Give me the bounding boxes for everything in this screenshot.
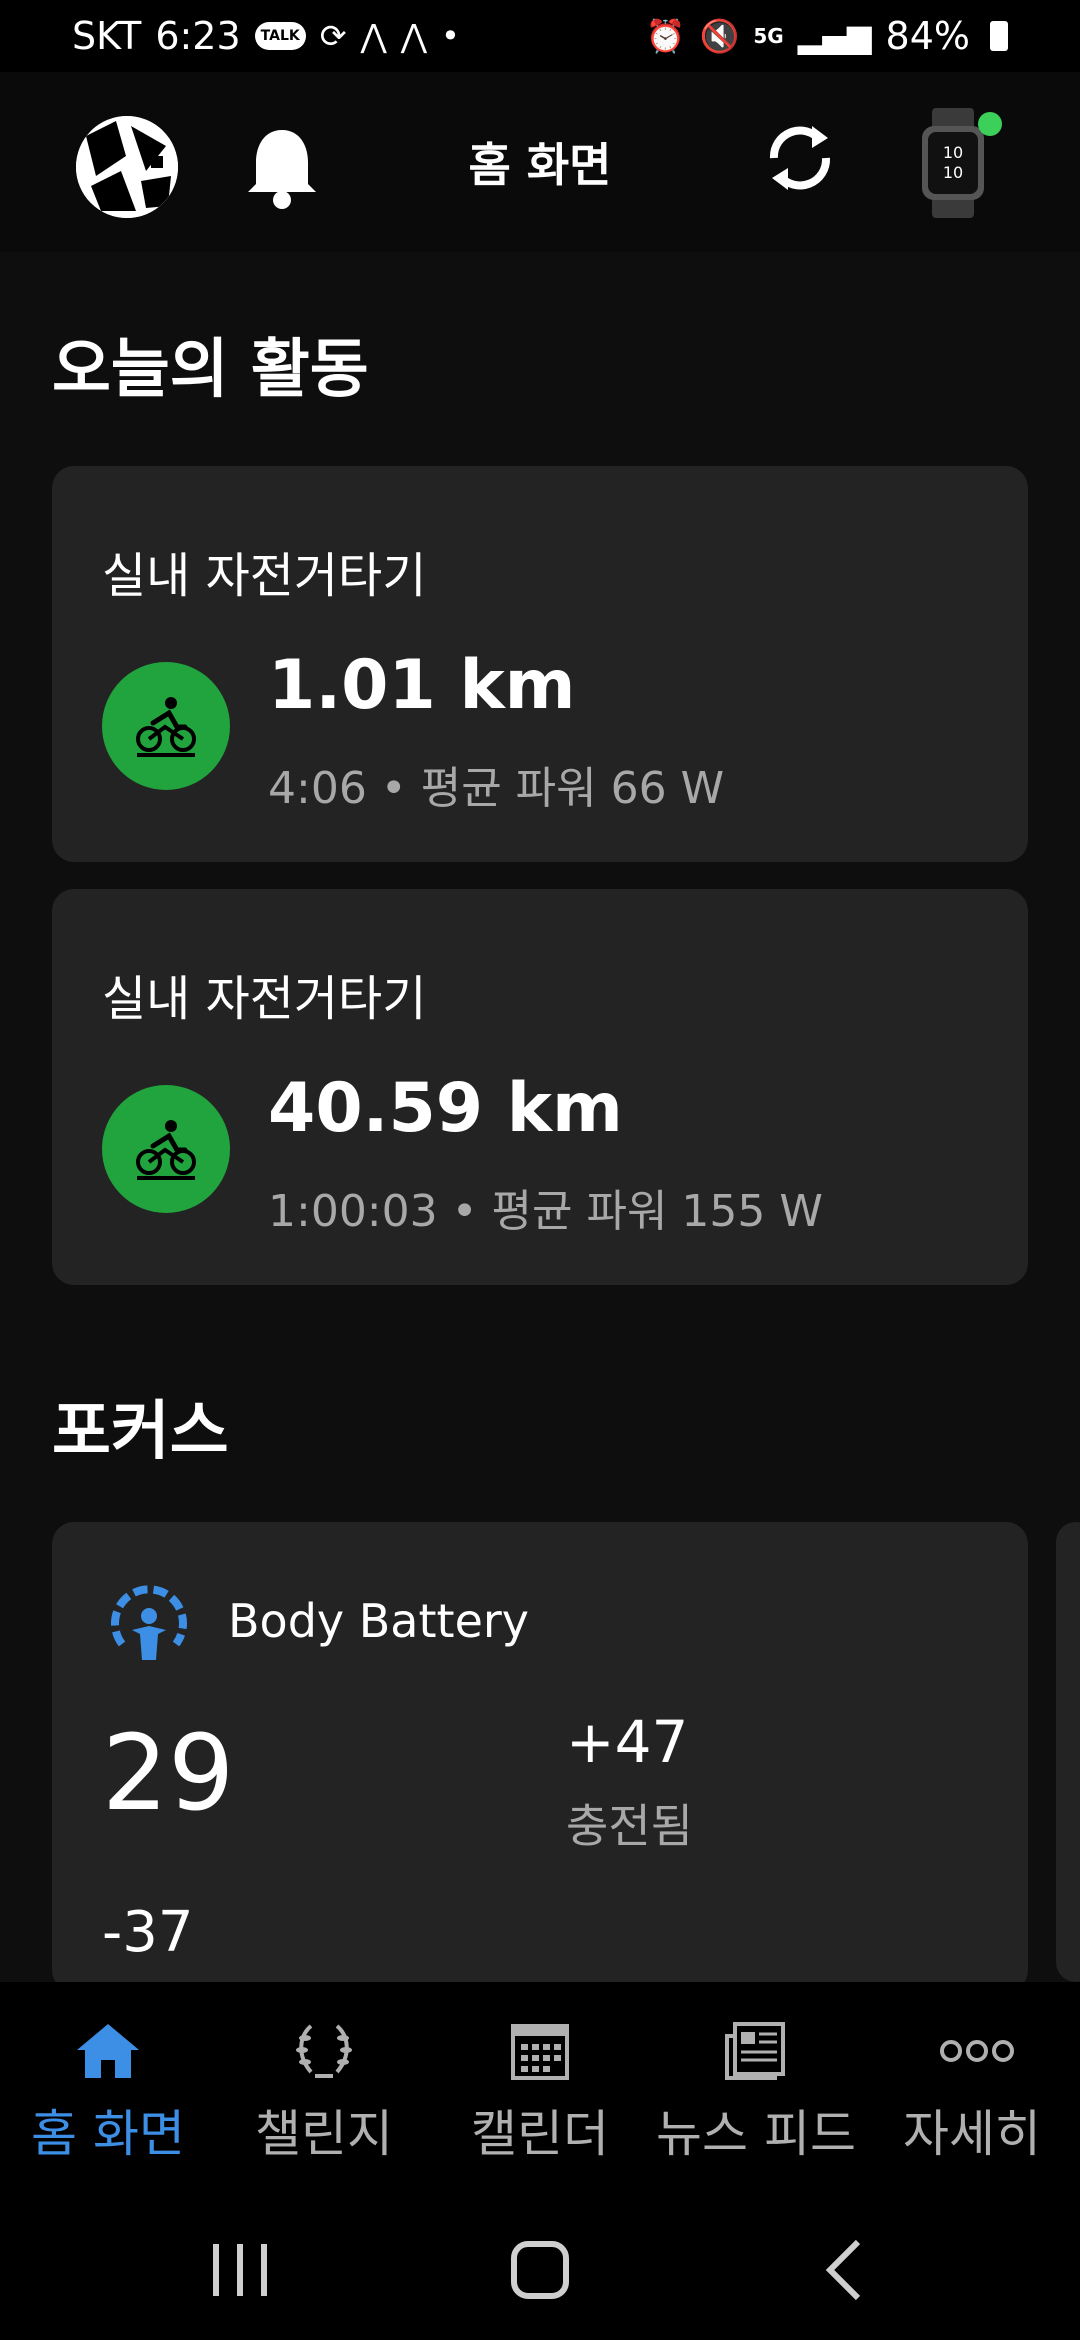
avatar[interactable] — [76, 116, 178, 218]
activity-type: 실내 자전거타기 — [102, 971, 427, 1027]
activity-card[interactable]: 실내 자전거타기 40.59 km 1:00:03 • 평균 파워 155 W — [52, 889, 1028, 1285]
signal-icon: ▂▄▆ — [797, 17, 872, 55]
watch-connected-indicator — [978, 112, 1002, 136]
activity-distance: 1.01 km — [268, 646, 576, 725]
activity-details: 4:06 • 평균 파워 66 W — [268, 763, 725, 814]
focus-section-title: 포커스 — [52, 1395, 229, 1469]
next-focus-card[interactable] — [1056, 1522, 1080, 1982]
body-battery-title: Body Battery — [228, 1594, 529, 1648]
body-battery-card[interactable]: Body Battery 29 +47 충전됨 -37 — [52, 1522, 1028, 1992]
status-bar-left: SKT 6:23 TALK ⟳ ⋀ ⋀ • — [72, 14, 460, 58]
body-battery-value: 29 — [102, 1712, 235, 1834]
nav-challenges-label: 챌린지 — [255, 2105, 393, 2163]
alarm-icon: ⏰ — [645, 17, 686, 55]
nav-newsfeed[interactable]: 뉴스 피드 — [648, 1982, 864, 2190]
today-section-title: 오늘의 활동 — [52, 333, 369, 407]
nav-home[interactable]: 홈 화면 — [0, 1982, 216, 2190]
battery-icon — [990, 21, 1008, 51]
newsfeed-icon — [721, 2016, 791, 2086]
status-bar: SKT 6:23 TALK ⟳ ⋀ ⋀ • ⏰ 🔇 5G ▂▄▆ 84% — [0, 0, 1080, 72]
system-nav-bar — [0, 2190, 1080, 2340]
body-battery-charged: +47 — [566, 1708, 689, 1776]
clock: 6:23 — [155, 14, 241, 58]
nav-more[interactable]: 자세히 — [864, 1982, 1080, 2190]
nav-challenges[interactable]: 챌린지 — [216, 1982, 432, 2190]
kakaotalk-icon: TALK — [254, 22, 306, 50]
battery-percent: 84% — [885, 14, 970, 58]
body-battery-icon — [104, 1578, 194, 1668]
activity-distance: 40.59 km — [268, 1069, 623, 1148]
indoor-cycling-icon — [102, 662, 230, 790]
more-icon — [937, 2016, 1014, 2086]
svg-text:10: 10 — [943, 163, 963, 182]
sync-status-icon: ⟳ — [319, 17, 347, 55]
activity-card[interactable]: 실내 자전거타기 1.01 km 4:06 • 평균 파워 66 W — [52, 466, 1028, 862]
nav-calendar[interactable]: 캘린더 — [432, 1982, 648, 2190]
bell-icon[interactable] — [242, 122, 322, 212]
nav-calendar-label: 캘린더 — [471, 2105, 609, 2163]
bottom-nav: 홈 화면 챌린지 캘린더 뉴스 피드 자세히 — [0, 1982, 1080, 2190]
body-battery-drained: -37 — [102, 1900, 194, 1965]
nav-more-label: 자세히 — [903, 2105, 1041, 2163]
carrier-label: SKT — [72, 14, 142, 58]
strava-icon-2: ⋀ — [400, 17, 428, 55]
activity-type: 실내 자전거타기 — [102, 548, 427, 604]
recent-apps-icon[interactable] — [200, 2230, 280, 2310]
nav-newsfeed-label: 뉴스 피드 — [656, 2105, 856, 2163]
strava-icon: ⋀ — [360, 17, 387, 55]
network-type-icon: 5G — [753, 24, 784, 48]
status-bar-right: ⏰ 🔇 5G ▂▄▆ 84% — [646, 14, 1008, 58]
mute-icon: 🔇 — [699, 17, 740, 55]
indoor-cycling-icon — [102, 1085, 230, 1213]
laurel-icon — [289, 2016, 359, 2086]
calendar-icon — [505, 2016, 575, 2086]
nav-home-label: 홈 화면 — [31, 2105, 185, 2163]
body-battery-charged-label: 충전됨 — [566, 1799, 693, 1853]
svg-text:10: 10 — [943, 143, 963, 162]
app-header: 홈 화면 10 10 — [0, 72, 1080, 252]
home-button-icon[interactable] — [500, 2230, 580, 2310]
back-icon[interactable] — [806, 2230, 886, 2310]
sync-icon[interactable] — [760, 112, 840, 202]
more-notifications-icon: • — [441, 17, 460, 55]
home-icon — [73, 2016, 143, 2086]
activity-details: 1:00:03 • 평균 파워 155 W — [268, 1186, 823, 1237]
